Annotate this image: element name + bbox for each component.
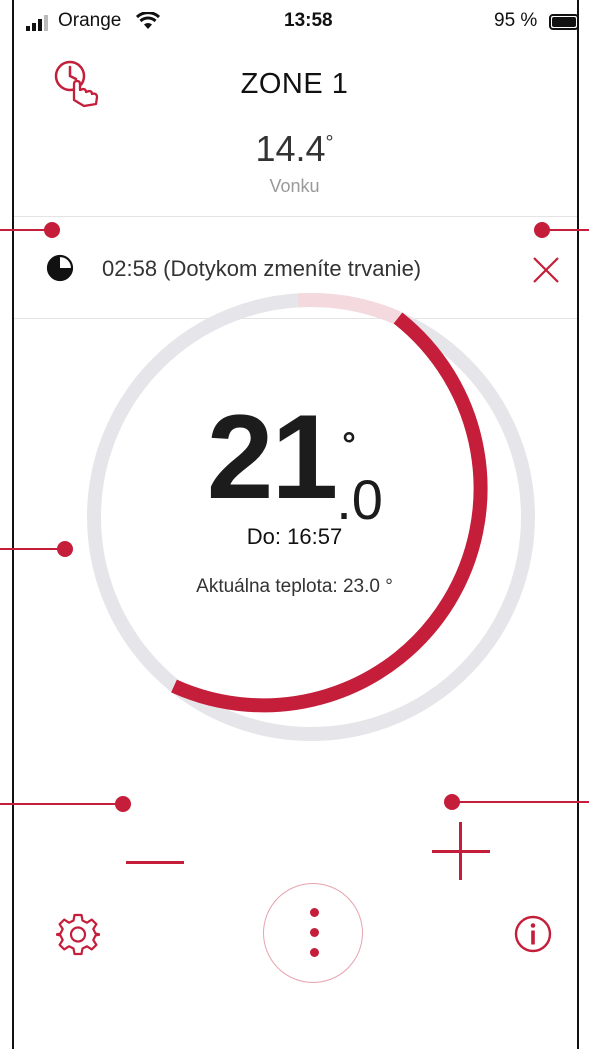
carrier-name: Orange (58, 10, 122, 31)
setpoint-degree: ° (342, 426, 356, 464)
outdoor-temperature: 14.4° (0, 128, 589, 170)
outdoor-label: Vonku (269, 176, 320, 196)
signal-icon (26, 15, 48, 31)
minus-icon (126, 861, 184, 864)
setpoint-fraction: .0 (336, 468, 383, 531)
setpoint-integer: 21 (206, 390, 338, 524)
dial-arc-faded (297, 292, 401, 325)
battery-icon (549, 14, 579, 30)
callout-dot-dial (57, 541, 73, 557)
divider-top (14, 216, 577, 217)
outdoor-temp-value: 14.4 (255, 128, 326, 169)
half-clock-icon (46, 254, 74, 282)
override-duration-text[interactable]: 02:58 (Dotykom zmeníte trvanie) (102, 256, 421, 282)
callout-line-minus (0, 803, 122, 805)
callout-dot-close (534, 222, 550, 238)
more-vertical-icon-dot (310, 928, 319, 937)
more-menu-button[interactable] (263, 883, 363, 983)
outdoor-degree: ° (325, 132, 334, 154)
close-icon[interactable] (530, 254, 562, 286)
setpoint-temperature: 21 ° .0 (0, 388, 589, 531)
wifi-icon (136, 12, 160, 29)
callout-dot-minus (115, 796, 131, 812)
callout-dot-override (44, 222, 60, 238)
until-time: Do: 16:57 (246, 524, 343, 549)
current-temperature: Aktuálna teplota: 23.0 ° (196, 576, 393, 597)
battery-percent: 95 % (494, 10, 538, 31)
status-bar: Orange 13:58 95 % (14, 0, 579, 44)
status-time: 13:58 (284, 10, 333, 31)
plus-icon-vertical (459, 822, 462, 880)
info-icon[interactable] (513, 914, 553, 954)
gear-icon[interactable] (56, 912, 100, 956)
callout-dot-plus (444, 794, 460, 810)
increase-temperature-button[interactable] (432, 822, 492, 882)
more-vertical-icon (310, 908, 319, 917)
more-vertical-icon-dot (310, 948, 319, 957)
callout-line-dial (0, 548, 64, 550)
zone-title: ZONE 1 (240, 68, 349, 100)
callout-line-plus (452, 801, 589, 803)
decrease-temperature-button[interactable] (126, 850, 186, 876)
